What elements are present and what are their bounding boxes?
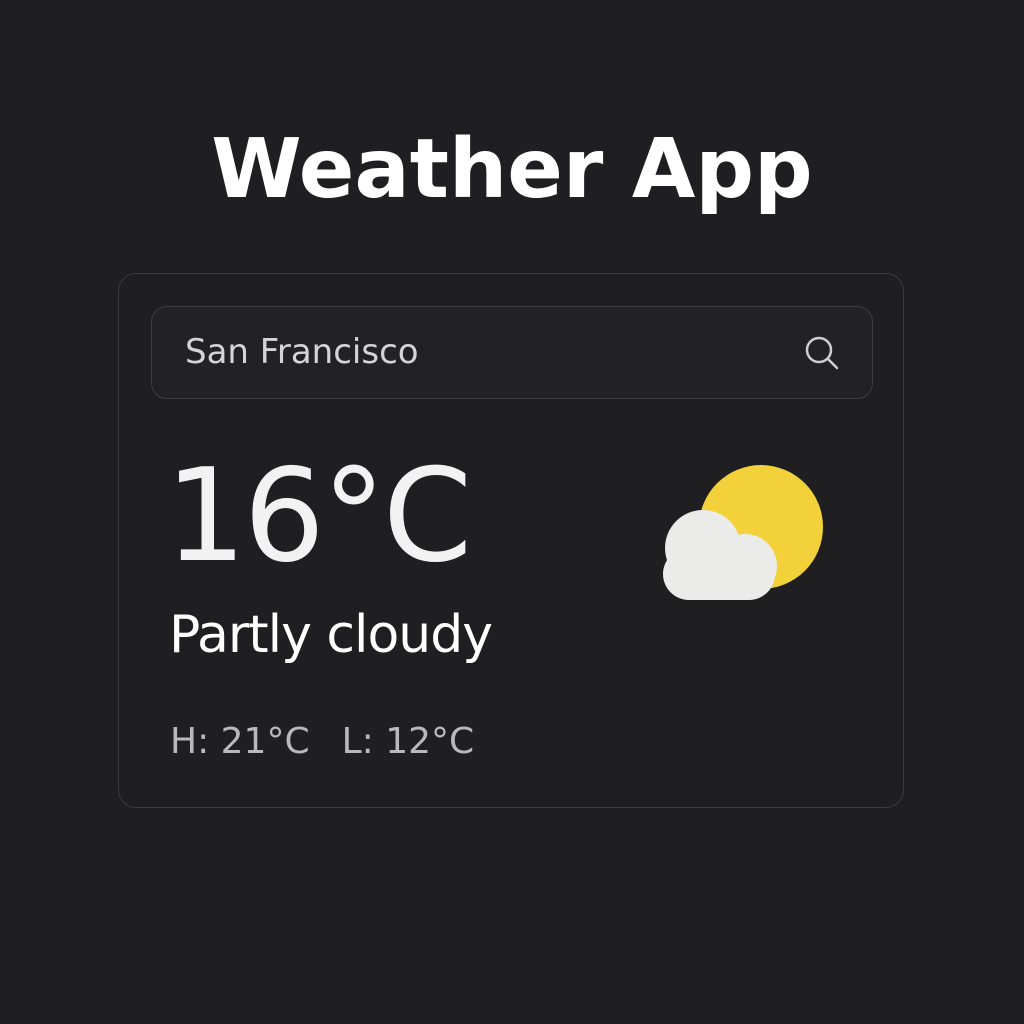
high-low-temperatures: H: 21°C L: 12°C: [170, 720, 474, 764]
weather-card: 16°C Partly cloudy H: 21°C L: 12°C: [118, 273, 904, 808]
current-temperature: 16°C: [165, 442, 472, 591]
low-temperature: L: 12°C: [341, 721, 475, 762]
search-button[interactable]: [802, 333, 842, 373]
search-icon: [805, 336, 839, 370]
weather-condition: Partly cloudy: [169, 605, 493, 665]
app-title: Weather App: [211, 122, 813, 217]
search-input[interactable]: [152, 307, 772, 397]
search-box: [151, 306, 873, 399]
weather-app-page: Weather App 16°C Partly cloudy H: 21°C L:…: [0, 0, 1024, 1024]
high-temperature: H: 21°C: [170, 721, 310, 762]
partly-cloudy-icon: [663, 465, 823, 600]
